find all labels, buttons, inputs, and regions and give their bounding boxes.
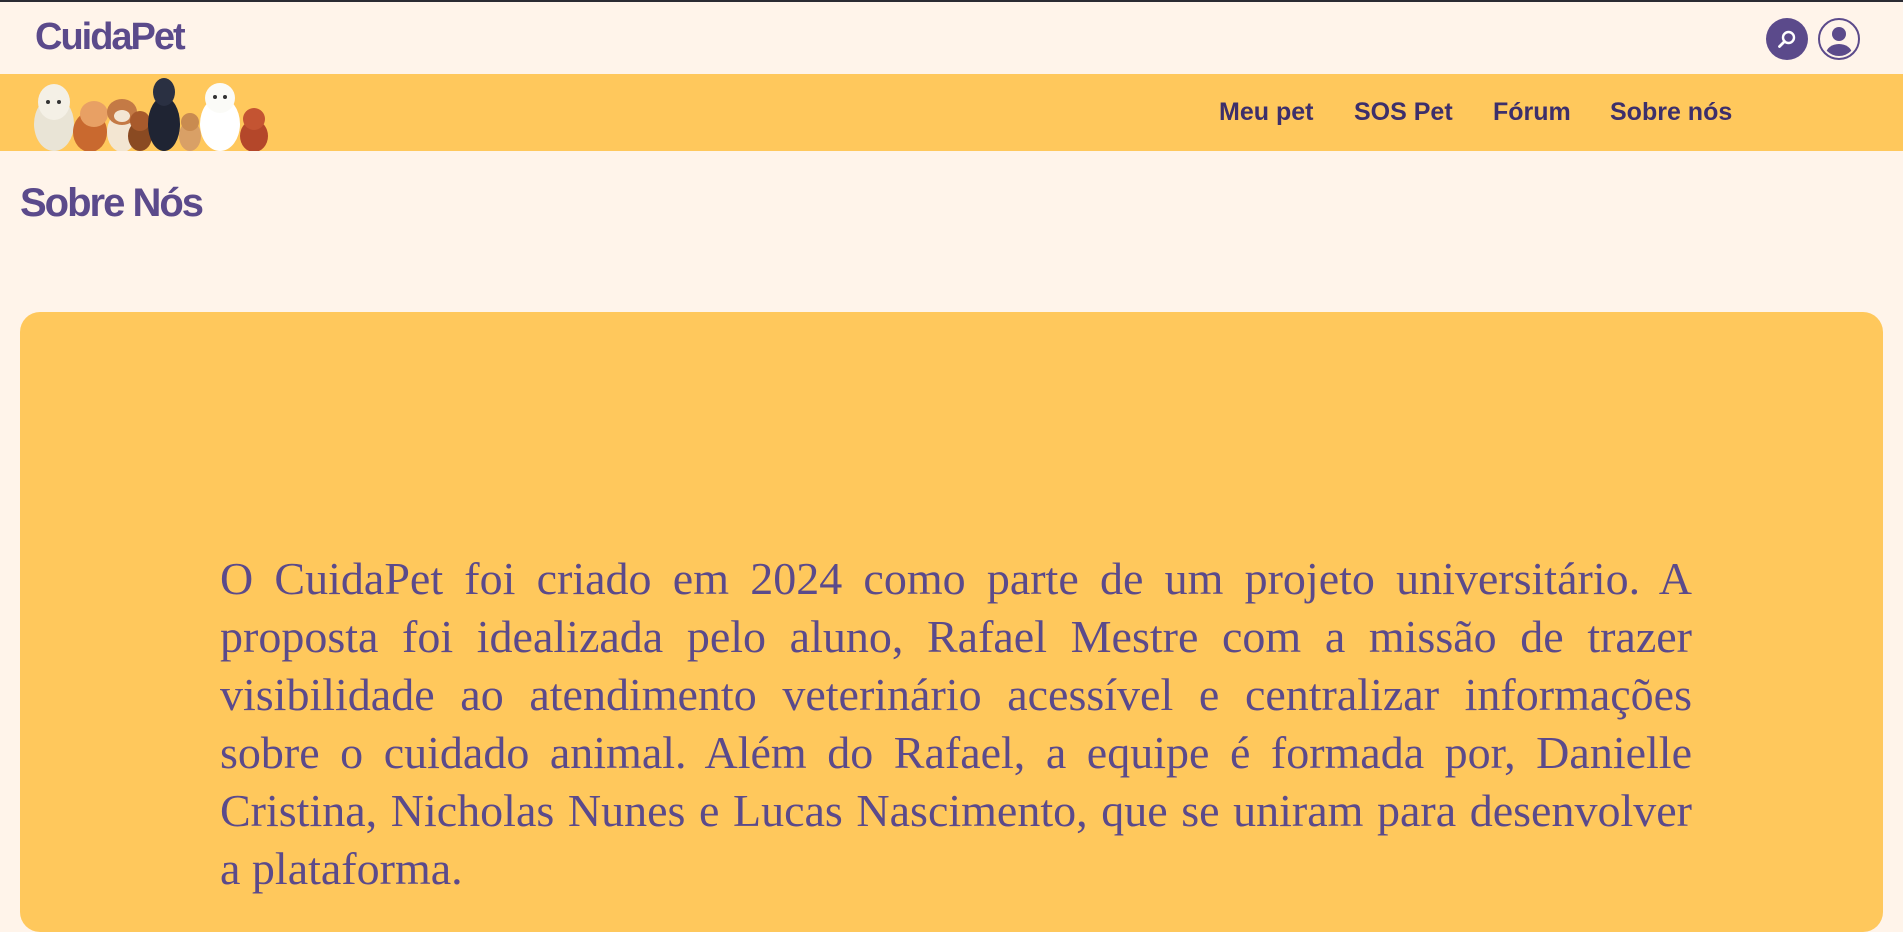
user-icon xyxy=(1826,27,1852,56)
main-navbar: Meu pet SOS Pet Fórum Sobre nós xyxy=(0,74,1903,151)
top-header: CuidaPet xyxy=(0,2,1903,74)
nav-item-forum[interactable]: Fórum xyxy=(1493,98,1571,127)
user-button[interactable] xyxy=(1818,18,1860,60)
nav-item-sos-pet[interactable]: SOS Pet xyxy=(1354,98,1453,127)
nav-item-meu-pet[interactable]: Meu pet xyxy=(1219,98,1313,127)
logo[interactable]: CuidaPet xyxy=(35,16,186,59)
about-card: O CuidaPet foi criado em 2024 como parte… xyxy=(20,312,1883,932)
about-text: O CuidaPet foi criado em 2024 como parte… xyxy=(220,553,1692,894)
nav-item-sobre-nos[interactable]: Sobre nós xyxy=(1610,98,1732,127)
page-title: Sobre Nós xyxy=(20,181,204,225)
search-button[interactable] xyxy=(1766,18,1808,60)
search-icon xyxy=(1778,30,1796,48)
dogs-illustration xyxy=(34,78,268,151)
